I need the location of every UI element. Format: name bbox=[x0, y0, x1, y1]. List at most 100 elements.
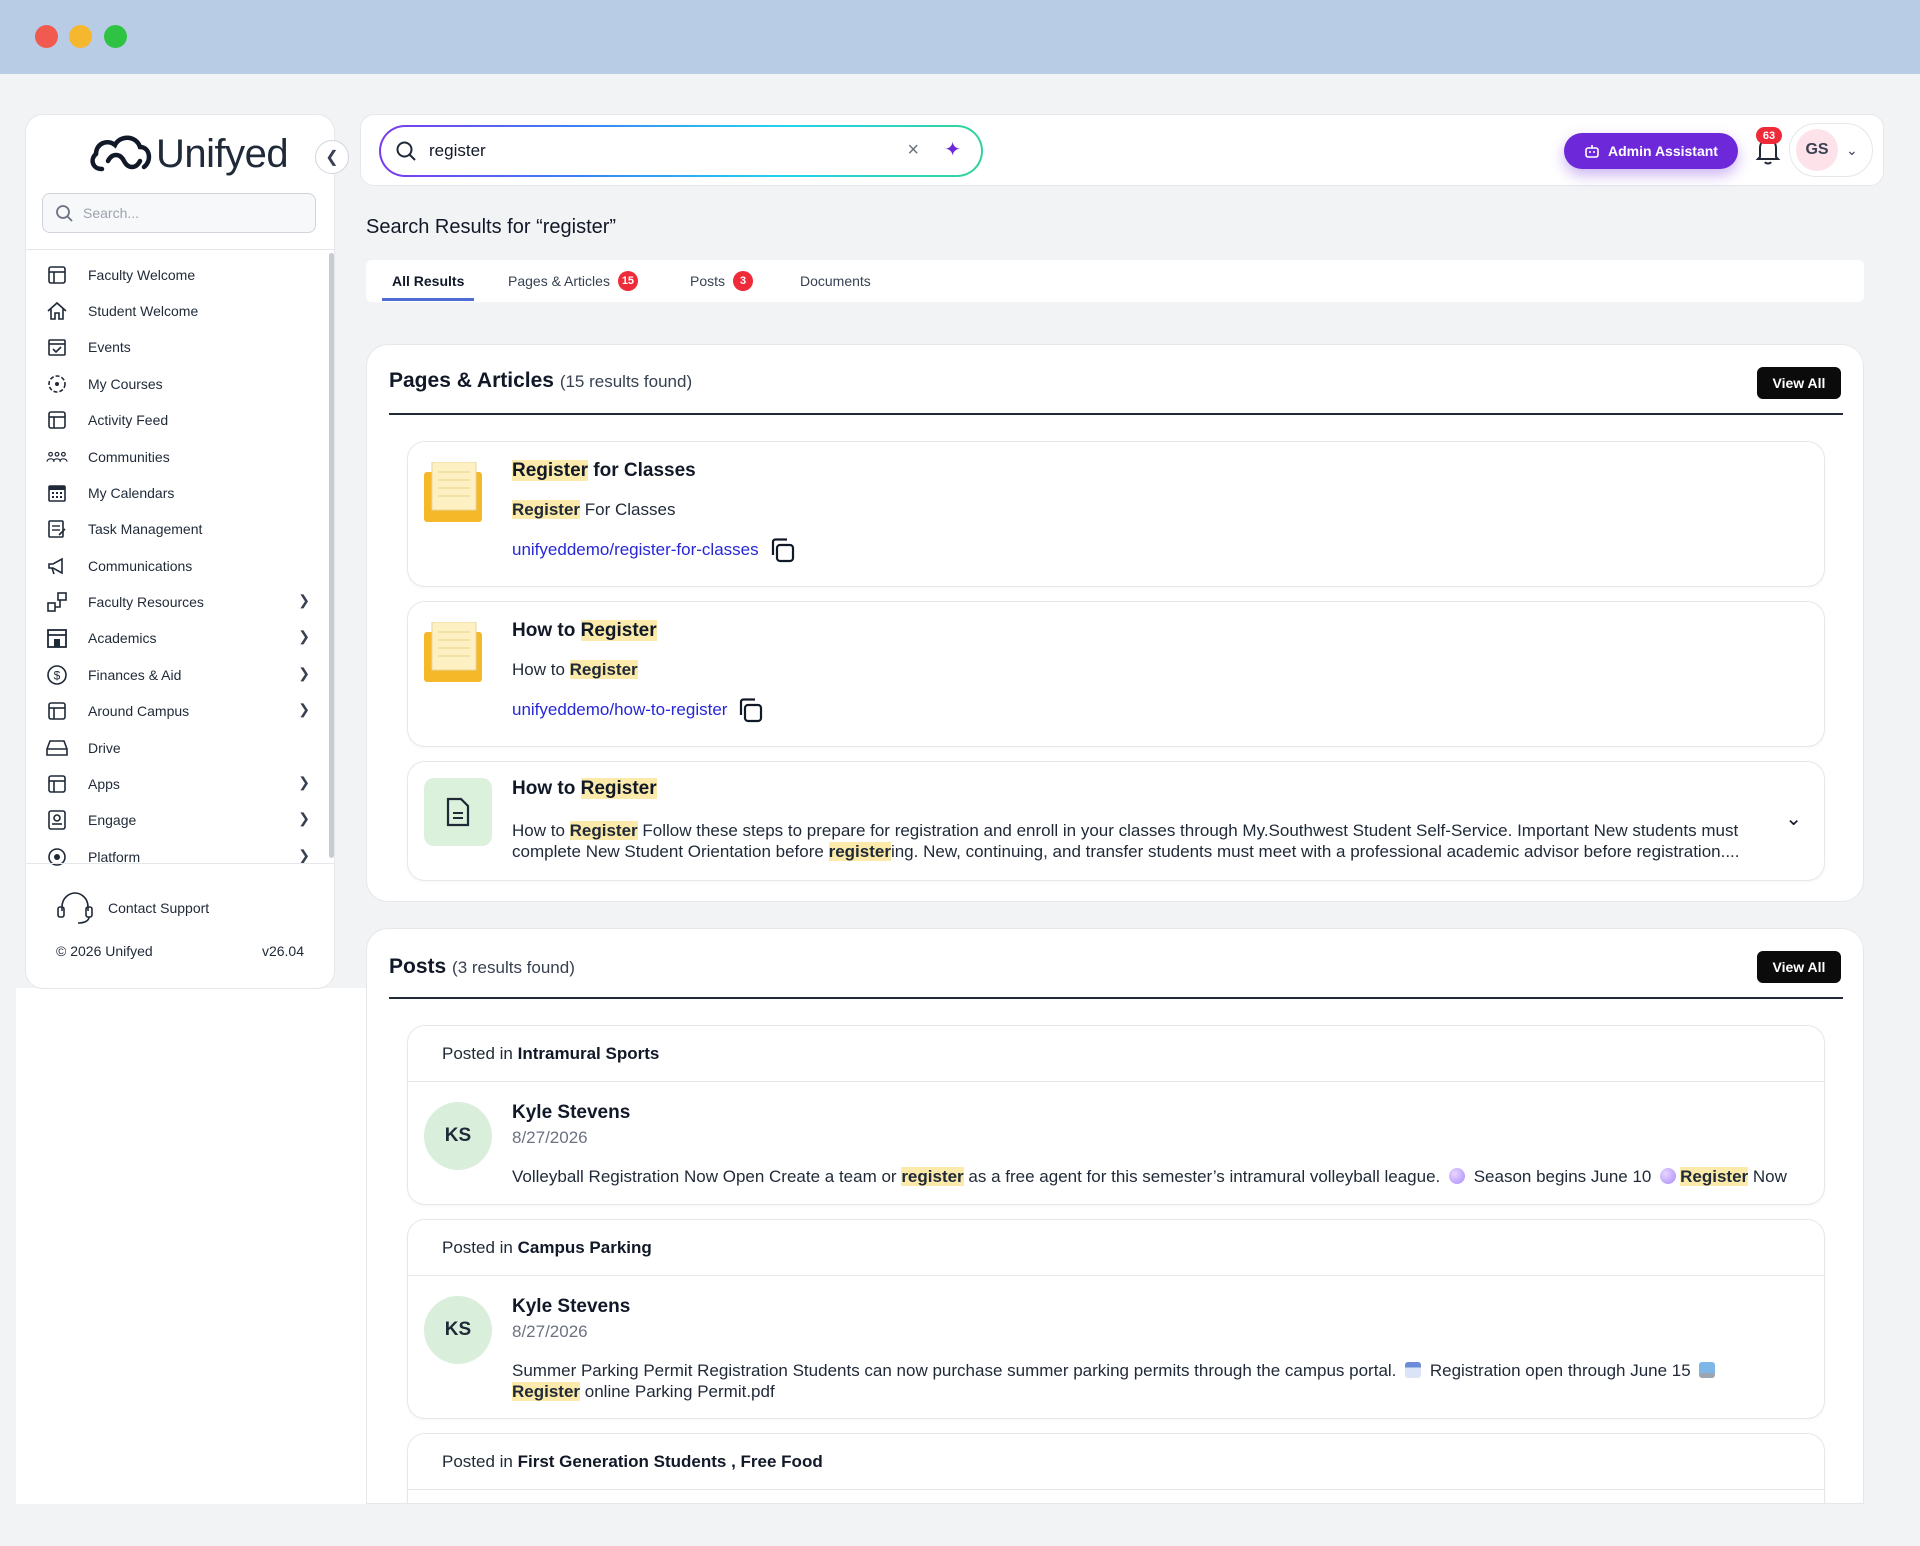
sidebar-search-placeholder: Search... bbox=[83, 205, 140, 221]
sidebar-item-label: Engage bbox=[88, 812, 137, 828]
post-group-header: Posted in Campus Parking bbox=[408, 1220, 1824, 1276]
result-card[interactable]: Register for Classes Register For Classe… bbox=[407, 441, 1825, 587]
sidebar-item-around-campus[interactable]: Around Campus ❯ bbox=[46, 693, 316, 729]
layout-icon bbox=[46, 700, 68, 722]
post-card[interactable]: Posted in Campus Parking KS Kyle Stevens… bbox=[407, 1219, 1825, 1419]
search-value: register bbox=[429, 141, 486, 160]
tab-documents[interactable]: Documents bbox=[800, 260, 871, 302]
pages-articles-section: Pages & Articles (15 results found) View… bbox=[366, 344, 1864, 902]
sidebar-item-faculty-welcome[interactable]: Faculty Welcome bbox=[46, 257, 316, 293]
clear-search-icon[interactable]: × bbox=[907, 139, 919, 162]
sidebar-search-input[interactable]: Search... bbox=[42, 193, 316, 233]
sidebar-item-label: Communities bbox=[88, 449, 170, 465]
sidebar-item-platform[interactable]: Platform ❯ bbox=[46, 839, 316, 875]
sidebar-item-label: Communications bbox=[88, 558, 193, 574]
chevron-right-icon: ❯ bbox=[298, 774, 310, 790]
sidebar-item-label: Faculty Welcome bbox=[88, 267, 196, 283]
sidebar-item-faculty-resources[interactable]: Faculty Resources ❯ bbox=[46, 584, 316, 620]
result-subtitle: Register For Classes bbox=[512, 500, 676, 519]
collapse-sidebar-button[interactable]: ❮ bbox=[315, 140, 349, 174]
sidebar-item-academics[interactable]: Academics ❯ bbox=[46, 620, 316, 656]
maximize-window-button[interactable] bbox=[104, 25, 127, 48]
tab-label: Pages & Articles bbox=[508, 273, 610, 289]
sidebar-item-events[interactable]: Events bbox=[46, 329, 316, 365]
sidebar-item-task-management[interactable]: Task Management bbox=[46, 511, 316, 547]
post-card[interactable]: Posted in First Generation Students , Fr… bbox=[407, 1433, 1825, 1503]
post-excerpt: Summer Parking Permit Registration Stude… bbox=[512, 1360, 1802, 1402]
result-title: How to Register bbox=[512, 778, 657, 799]
view-all-posts-button[interactable]: View All bbox=[1757, 951, 1841, 983]
folder-document-icon bbox=[424, 462, 482, 522]
sidebar-item-label: Drive bbox=[88, 740, 121, 756]
tab-label: All Results bbox=[392, 273, 465, 289]
chevron-right-icon: ❯ bbox=[298, 592, 310, 608]
post-date: 8/27/2026 bbox=[512, 1322, 588, 1341]
sidebar-item-student-welcome[interactable]: Student Welcome bbox=[46, 293, 316, 329]
sidebar-item-label: Apps bbox=[88, 776, 120, 792]
sidebar-item-finances-aid[interactable]: $ Finances & Aid ❯ bbox=[46, 657, 316, 693]
top-header: register × ✦ Admin Assistant 63 GS ⌄ bbox=[360, 114, 1884, 186]
result-card[interactable]: How to Register How to Register Follow t… bbox=[407, 761, 1825, 881]
sidebar-item-apps[interactable]: Apps ❯ bbox=[46, 766, 316, 802]
avatar: KS bbox=[424, 1102, 492, 1170]
volleyball-emoji-icon bbox=[1448, 1168, 1465, 1184]
admin-assistant-button[interactable]: Admin Assistant bbox=[1564, 133, 1738, 169]
people-group-icon bbox=[46, 446, 68, 468]
chevron-right-icon: ❯ bbox=[298, 628, 310, 644]
chevron-right-icon: ❯ bbox=[298, 665, 310, 681]
sidebar-item-my-calendars[interactable]: My Calendars bbox=[46, 475, 316, 511]
result-card[interactable]: How to Register How to Register unifyedd… bbox=[407, 601, 1825, 747]
drive-icon bbox=[46, 737, 68, 759]
divider bbox=[389, 997, 1843, 999]
chevron-down-icon[interactable]: ⌄ bbox=[1785, 806, 1802, 831]
post-card[interactable]: Posted in Intramural Sports KS Kyle Stev… bbox=[407, 1025, 1825, 1205]
tab-all-results[interactable]: All Results bbox=[392, 260, 464, 302]
chevron-down-icon: ⌄ bbox=[1846, 141, 1858, 158]
dollar-circle-icon: $ bbox=[46, 664, 68, 686]
post-group-header: Posted in First Generation Students , Fr… bbox=[408, 1434, 1824, 1490]
contact-support-label: Contact Support bbox=[108, 900, 210, 916]
sidebar-item-engage[interactable]: Engage ❯ bbox=[46, 802, 316, 838]
sidebar-item-label: Finances & Aid bbox=[88, 667, 182, 683]
sidebar-item-label: My Courses bbox=[88, 376, 163, 392]
post-author[interactable]: Kyle Stevens bbox=[512, 1296, 630, 1318]
chevron-right-icon: ❯ bbox=[298, 701, 310, 717]
result-title: How to Register bbox=[512, 620, 657, 641]
unifyed-logo[interactable]: Unifyed bbox=[88, 129, 289, 179]
post-group-link[interactable]: Intramural Sports bbox=[518, 1044, 660, 1064]
sidebar-item-communities[interactable]: Communities bbox=[46, 439, 316, 475]
divider bbox=[389, 413, 1843, 415]
tab-label: Documents bbox=[800, 273, 871, 289]
sidebar-item-activity-feed[interactable]: Activity Feed bbox=[46, 402, 316, 438]
sidebar-underlay bbox=[16, 988, 366, 1504]
contact-support-link[interactable]: Contact Support bbox=[56, 891, 209, 925]
result-link[interactable]: unifyeddemo/how-to-register bbox=[512, 696, 765, 724]
post-date: 8/27/2026 bbox=[512, 1128, 588, 1147]
brand-name: Unifyed bbox=[156, 131, 289, 176]
minimize-window-button[interactable] bbox=[69, 25, 92, 48]
sidebar-scrollbar[interactable] bbox=[329, 253, 334, 858]
copy-icon[interactable] bbox=[737, 696, 765, 724]
tab-pages-articles[interactable]: Pages & Articles 15 bbox=[508, 260, 638, 302]
ai-sparkle-icon[interactable]: ✦ bbox=[944, 137, 961, 162]
sidebar-item-drive[interactable]: Drive bbox=[46, 730, 316, 766]
copy-icon[interactable] bbox=[769, 536, 797, 564]
user-menu[interactable]: GS ⌄ bbox=[1789, 123, 1873, 177]
post-author[interactable]: Kyle Stevens bbox=[512, 1102, 630, 1124]
global-search-input[interactable]: register × ✦ bbox=[379, 125, 983, 177]
section-title: Posts (3 results found) bbox=[389, 955, 575, 978]
calendar-emoji-icon bbox=[1405, 1362, 1422, 1378]
tab-posts[interactable]: Posts 3 bbox=[690, 260, 754, 302]
close-window-button[interactable] bbox=[35, 25, 58, 48]
window-titlebar bbox=[0, 0, 1920, 74]
post-group-link[interactable]: Campus Parking bbox=[518, 1238, 652, 1258]
sidebar-item-communications[interactable]: Communications bbox=[46, 548, 316, 584]
view-all-pages-button[interactable]: View All bbox=[1757, 367, 1841, 399]
sidebar-item-label: Around Campus bbox=[88, 703, 190, 719]
result-link[interactable]: unifyeddemo/register-for-classes bbox=[512, 536, 797, 564]
results-count: (15 results found) bbox=[559, 372, 693, 391]
sidebar-item-label: Faculty Resources bbox=[88, 594, 204, 610]
post-group-link[interactable]: First Generation Students , Free Food bbox=[518, 1452, 823, 1472]
sidebar-item-my-courses[interactable]: My Courses bbox=[46, 366, 316, 402]
section-title: Pages & Articles (15 results found) bbox=[389, 369, 693, 392]
